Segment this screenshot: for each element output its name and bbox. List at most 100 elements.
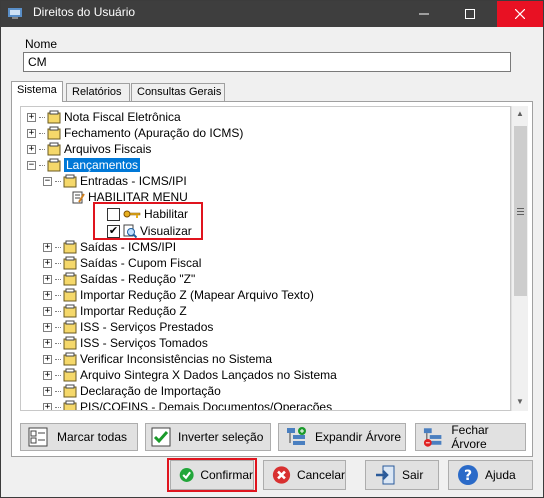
tree-node[interactable]: + Fechamento (Apuração do ICMS) [27, 125, 243, 141]
expand-icon[interactable]: + [43, 306, 52, 316]
tree-node[interactable]: + PIS/COFINS - Demais Documentos/Operaçõ… [43, 399, 333, 411]
tree-node-label: Declaração de Importação [80, 384, 221, 398]
folder-icon [47, 110, 61, 124]
maximize-icon [465, 9, 475, 19]
tree-node[interactable]: − Entradas - ICMS/IPI [43, 173, 187, 189]
collapse-icon[interactable]: − [43, 176, 52, 186]
tab-relatorios[interactable]: Relatórios [66, 83, 130, 101]
check-icon [151, 427, 171, 447]
name-input[interactable] [23, 52, 511, 72]
folder-icon [63, 240, 77, 254]
highlight-box [93, 202, 203, 240]
help-button[interactable]: ? Ajuda [448, 460, 533, 490]
confirm-highlight-box [167, 458, 257, 492]
close-button[interactable] [497, 1, 543, 27]
menu-edit-icon [72, 191, 85, 204]
tree-node[interactable]: + Saídas - Redução "Z" [43, 271, 195, 287]
folder-icon [63, 384, 77, 398]
expand-icon[interactable]: + [43, 322, 52, 332]
scroll-down-icon[interactable]: ▼ [516, 397, 524, 406]
folder-icon [63, 272, 77, 286]
window-title: Direitos do Usuário [33, 5, 136, 19]
expand-icon[interactable]: + [43, 370, 52, 380]
tree-node-label: PIS/COFINS - Demais Documentos/Operações [80, 400, 333, 411]
tree-node[interactable]: + ISS - Serviços Prestados [43, 319, 213, 335]
expand-tree-button[interactable]: Expandir Árvore [278, 423, 406, 451]
collapse-tree-label: Fechar Árvore [451, 423, 489, 451]
tree-node[interactable]: + Arquivo Sintegra X Dados Lançados no S… [43, 367, 337, 383]
tree-node-label: Verificar Inconsistências no Sistema [80, 352, 273, 366]
tree-node[interactable]: + Saídas - ICMS/IPI [43, 239, 176, 255]
expand-icon[interactable]: + [43, 290, 52, 300]
tree-node-label: Lançamentos [64, 158, 141, 172]
tree-node-label: Importar Redução Z (Mapear Arquivo Texto… [80, 288, 314, 302]
minimize-button[interactable] [401, 1, 447, 27]
folder-icon [47, 126, 61, 140]
collapse-tree-button[interactable]: Fechar Árvore [415, 423, 526, 451]
folder-icon [63, 174, 77, 188]
invert-selection-label: Inverter seleção [178, 430, 264, 444]
tree-scrollbar[interactable]: ▲ ▼ [511, 106, 528, 411]
tree-node-label: Entradas - ICMS/IPI [80, 174, 187, 188]
tree-node-label: Importar Redução Z [80, 304, 187, 318]
mark-all-label: Marcar todas [57, 430, 128, 444]
help-label: Ajuda [485, 468, 516, 482]
cancel-button[interactable]: Cancelar [263, 460, 346, 490]
tree-node-selected[interactable]: − Lançamentos [27, 157, 141, 173]
tab-consultas-gerais[interactable]: Consultas Gerais [131, 83, 225, 101]
tab-panel-sistema: + Nota Fiscal Eletrônica + Fechamento (A… [11, 101, 533, 457]
tree-node[interactable]: + Importar Redução Z (Mapear Arquivo Tex… [43, 287, 314, 303]
close-icon [515, 9, 525, 19]
minimize-icon [419, 13, 429, 15]
tree-node-label: Arquivo Sintegra X Dados Lançados no Sis… [80, 368, 337, 382]
folder-icon [47, 142, 61, 156]
expand-icon[interactable]: + [43, 386, 52, 396]
expand-tree-label: Expandir Árvore [315, 430, 402, 444]
tree-node-label: Saídas - Cupom Fiscal [80, 256, 202, 270]
permissions-tree[interactable]: + Nota Fiscal Eletrônica + Fechamento (A… [20, 106, 511, 411]
expand-icon[interactable]: + [43, 338, 52, 348]
collapse-icon[interactable]: − [27, 160, 36, 170]
expand-icon[interactable]: + [43, 354, 52, 364]
folder-icon [47, 158, 61, 172]
exit-label: Sair [402, 468, 424, 482]
tree-node[interactable]: + Declaração de Importação [43, 383, 221, 399]
expand-icon[interactable]: + [43, 258, 52, 268]
tree-node[interactable]: + Verificar Inconsistências no Sistema [43, 351, 272, 367]
maximize-button[interactable] [447, 1, 493, 27]
expand-icon[interactable]: + [43, 402, 52, 410]
folder-icon [63, 368, 77, 382]
folder-icon [63, 256, 77, 270]
name-label: Nome [25, 37, 58, 51]
tree-node[interactable]: + Nota Fiscal Eletrônica [27, 109, 181, 125]
expand-icon[interactable]: + [43, 274, 52, 284]
mark-all-button[interactable]: Marcar todas [20, 423, 138, 451]
tree-node-label: Saídas - Redução "Z" [80, 272, 196, 286]
user-rights-dialog: Direitos do Usuário Nome Sistema Relatór… [0, 0, 544, 498]
folder-icon [63, 336, 77, 350]
folder-icon [63, 320, 77, 334]
expand-icon[interactable]: + [27, 112, 36, 122]
checklist-icon [28, 427, 48, 447]
tree-node-label: Fechamento (Apuração do ICMS) [64, 126, 244, 140]
tree-node[interactable]: + Saídas - Cupom Fiscal [43, 255, 201, 271]
scroll-thumb[interactable] [514, 126, 527, 296]
folder-icon [63, 304, 77, 318]
tree-node-label: Arquivos Fiscais [64, 142, 152, 156]
title-bar: Direitos do Usuário [1, 1, 543, 27]
tree-node-label: Nota Fiscal Eletrônica [64, 110, 181, 124]
tree-node[interactable]: + Arquivos Fiscais [27, 141, 151, 157]
tree-node[interactable]: + ISS - Serviços Tomados [43, 335, 208, 351]
exit-icon [376, 465, 395, 485]
exit-button[interactable]: Sair [365, 460, 439, 490]
expand-icon[interactable]: + [27, 144, 36, 154]
expand-icon[interactable]: + [27, 128, 36, 138]
cancel-label: Cancelar [296, 468, 345, 482]
tab-sistema[interactable]: Sistema [11, 81, 63, 102]
invert-selection-button[interactable]: Inverter seleção [145, 423, 271, 451]
svg-text:?: ? [464, 468, 472, 484]
help-icon: ? [458, 465, 478, 485]
tree-node[interactable]: + Importar Redução Z [43, 303, 187, 319]
expand-icon[interactable]: + [43, 242, 52, 252]
scroll-up-icon[interactable]: ▲ [516, 109, 524, 118]
